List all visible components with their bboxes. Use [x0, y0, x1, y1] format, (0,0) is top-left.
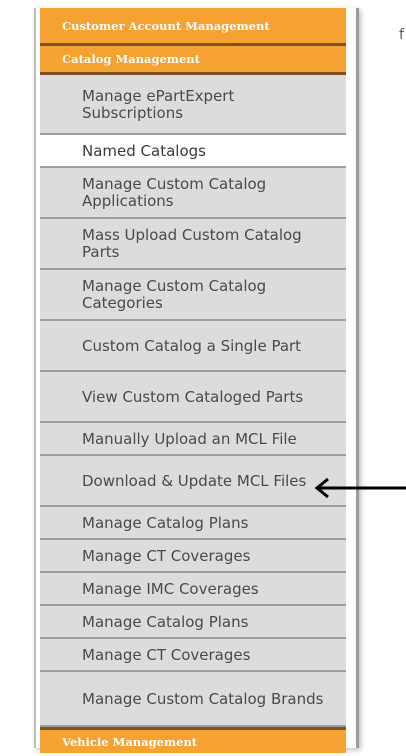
menu-item-manage-epartexpert-subscriptions[interactable]: Manage ePartExpert Subscriptions [40, 75, 346, 135]
menu-item-manage-custom-catalog-applications[interactable]: Manage Custom Catalog Applications [40, 168, 346, 219]
menu-item-label: Manage Catalog Plans [82, 513, 249, 532]
menu-item-download-update-mcl-files[interactable]: Download & Update MCL Files [40, 456, 346, 507]
arrow-left-icon [314, 477, 406, 499]
menu-item-label: Manage ePartExpert Subscriptions [82, 86, 235, 122]
menu-item-manage-ct-coverages[interactable]: Manage CT Coverages [40, 540, 346, 573]
menu-item-label: Manage Custom Catalog Applications [82, 175, 267, 210]
menu-item-manage-custom-catalog-brands[interactable]: Manage Custom Catalog Brands [40, 672, 346, 727]
cutoff-text: f [399, 27, 404, 43]
menu-item-label: Manage IMC Coverages [82, 579, 259, 598]
menu-item-manage-catalog-plans-2[interactable]: Manage Catalog Plans [40, 606, 346, 639]
menu-item-manually-upload-mcl-file[interactable]: Manually Upload an MCL File [40, 423, 346, 456]
menu-item-manage-imc-coverages[interactable]: Manage IMC Coverages [40, 573, 346, 606]
menu-item-label: Mass Upload Custom Catalog Parts [82, 226, 302, 261]
menu-item-manage-catalog-plans[interactable]: Manage Catalog Plans [40, 507, 346, 540]
menu-item-label: Download & Update MCL Files [82, 471, 307, 490]
section-catalog-management[interactable]: Catalog Management [40, 46, 346, 75]
section-label: Customer Account Management [62, 18, 270, 33]
menu-item-label: Manage CT Coverages [82, 546, 251, 565]
menu-item-manage-custom-catalog-categories[interactable]: Manage Custom Catalog Categories [40, 270, 346, 321]
menu-item-custom-catalog-single-part[interactable]: Custom Catalog a Single Part [40, 321, 346, 372]
menu-item-label: Manage CT Coverages [82, 645, 251, 664]
menu-item-named-catalogs[interactable]: Named Catalogs [40, 135, 346, 168]
menu-item-label: Manually Upload an MCL File [82, 429, 297, 448]
section-customer-account-management[interactable]: Customer Account Management [40, 8, 346, 46]
menu-item-label: Custom Catalog a Single Part [82, 336, 302, 355]
menu-item-label: Named Catalogs [82, 141, 206, 160]
menu-item-view-custom-cataloged-parts[interactable]: View Custom Cataloged Parts [40, 372, 346, 423]
section-vehicle-management[interactable]: Vehicle Management [40, 727, 346, 753]
menu-item-mass-upload-custom-catalog-parts[interactable]: Mass Upload Custom Catalog Parts [40, 219, 346, 270]
menu-item-label: Manage Custom Catalog Categories [82, 277, 267, 312]
menu-item-manage-ct-coverages-2[interactable]: Manage CT Coverages [40, 639, 346, 672]
section-label: Vehicle Management [62, 734, 198, 749]
menu-item-label: Manage Custom Catalog Brands [82, 689, 324, 708]
menu-item-label: Manage Catalog Plans [82, 612, 249, 631]
section-label: Catalog Management [62, 52, 200, 66]
sidebar-menu: Customer Account Management Catalog Mana… [40, 8, 346, 753]
menu-item-label: View Custom Cataloged Parts [82, 387, 304, 406]
